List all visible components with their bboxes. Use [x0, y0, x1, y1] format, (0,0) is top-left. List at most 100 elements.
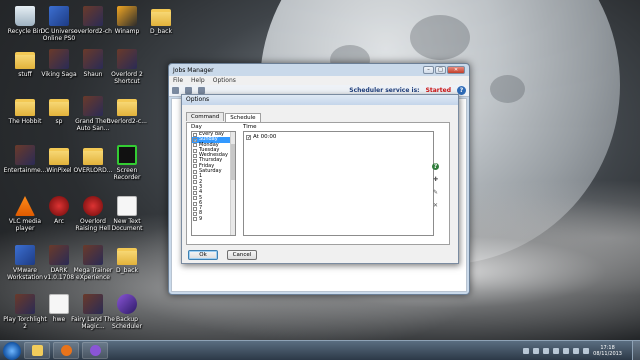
red-icon — [83, 196, 103, 216]
schedule-panel: Day Time Every day ✓ Sunday Monday Tuesday We… — [186, 122, 450, 245]
desktop-icon-label: Screen Recorder — [113, 167, 141, 181]
desktop-icon-label: overlord2-c... — [107, 118, 147, 125]
delete-job-icon[interactable] — [185, 87, 192, 94]
game-icon — [83, 49, 103, 69]
app-icon — [49, 6, 69, 26]
day-checkbox[interactable] — [193, 159, 197, 164]
delete-icon[interactable]: ✕ — [432, 202, 439, 209]
winamp-icon — [117, 6, 137, 26]
desktop-icon[interactable]: New Text Document — [104, 196, 150, 232]
window-title: Jobs Manager — [173, 66, 214, 74]
day-checkbox[interactable] — [193, 206, 197, 211]
day-list[interactable]: Every day ✓ Sunday Monday Tuesday Wednesday Th… — [191, 131, 236, 236]
tray-icon[interactable] — [523, 347, 530, 354]
day-checkbox[interactable] — [193, 196, 197, 201]
taskbar: 17:18 08/11/2013 — [0, 340, 640, 360]
desktop-icon-label: Overlord 2 Shortcut — [111, 71, 143, 85]
add-job-icon[interactable] — [172, 87, 179, 94]
scheduler-status-label: Scheduler service is: — [349, 87, 420, 94]
desktop-icon-label: D_back — [116, 267, 138, 274]
day-checkbox[interactable] — [193, 190, 197, 195]
tray-icon[interactable] — [563, 347, 570, 354]
day-checkbox[interactable] — [193, 212, 197, 217]
game-icon — [49, 49, 69, 69]
folder-icon — [151, 9, 171, 26]
clock[interactable]: 17:18 08/11/2013 — [593, 345, 622, 357]
clock-date: 08/11/2013 — [593, 350, 622, 357]
taskbar-explorer[interactable] — [24, 342, 50, 359]
tray-icon[interactable] — [543, 347, 550, 354]
volume-icon[interactable] — [583, 347, 590, 354]
green-icon — [117, 145, 137, 165]
add-icon[interactable]: ✚ — [432, 176, 439, 183]
desktop-icon[interactable]: D_back — [104, 245, 150, 274]
folder-icon — [117, 248, 137, 265]
game-icon — [83, 6, 103, 26]
day-label: Day — [191, 124, 202, 130]
menu-help[interactable]: Help — [191, 77, 205, 84]
day-checkbox[interactable] — [193, 201, 197, 206]
menu-file[interactable]: File — [173, 77, 183, 84]
doc-icon — [117, 196, 137, 216]
close-button[interactable]: ✕ — [447, 66, 465, 74]
folder-icon — [49, 148, 69, 165]
dialog-title: Options — [182, 95, 458, 105]
tab-schedule[interactable]: Schedule — [225, 113, 261, 122]
desktop-icon[interactable]: D_back — [138, 6, 184, 35]
game-icon — [83, 245, 103, 265]
cancel-button[interactable]: Cancel — [227, 250, 257, 260]
day-checkbox[interactable] — [193, 143, 197, 148]
tray-icon[interactable] — [553, 347, 560, 354]
time-checkbox[interactable]: ✓ — [246, 134, 251, 140]
game-icon — [117, 49, 137, 69]
desktop-icon[interactable]: overlord2-c... — [104, 96, 150, 125]
network-icon[interactable] — [573, 347, 580, 354]
day-label: Saturday — [199, 168, 222, 175]
list-item[interactable]: ✓ At 00:00 — [244, 132, 433, 142]
tab-command[interactable]: Command — [186, 112, 225, 121]
show-desktop-button[interactable] — [632, 341, 640, 360]
minimize-button[interactable]: – — [423, 66, 434, 74]
day-checkbox[interactable] — [193, 153, 197, 158]
maximize-button[interactable]: □ — [435, 66, 446, 74]
list-item[interactable]: 9 — [192, 216, 235, 222]
system-tray: 17:18 08/11/2013 — [523, 345, 640, 357]
edit-job-icon[interactable] — [198, 87, 205, 94]
day-checkbox[interactable] — [193, 185, 197, 190]
day-checkbox[interactable] — [193, 148, 197, 153]
folder-icon — [15, 99, 35, 116]
game-icon — [83, 96, 103, 116]
desktop-icon-label: Backup Scheduler — [111, 316, 143, 330]
purple-icon — [117, 294, 137, 314]
taskbar-firefox[interactable] — [53, 342, 79, 359]
start-button[interactable] — [3, 341, 21, 360]
time-label: At 00:00 — [253, 134, 277, 140]
folder-icon — [83, 148, 103, 165]
edit-icon[interactable]: ✎ — [432, 189, 439, 196]
jobs-manager-titlebar[interactable]: Jobs Manager – □ ✕ — [169, 64, 469, 76]
day-checkbox[interactable] — [193, 132, 197, 137]
options-dialog: Options Command Schedule Day Time Every … — [181, 94, 459, 264]
day-checkbox[interactable] — [193, 169, 197, 174]
ok-button[interactable]: Ok — [188, 250, 218, 260]
game-icon — [49, 245, 69, 265]
help-icon[interactable]: ? — [432, 163, 439, 170]
game-icon — [15, 145, 35, 165]
day-checkbox[interactable] — [193, 180, 197, 185]
day-checkbox[interactable] — [193, 164, 197, 169]
app-icon — [15, 245, 35, 265]
menubar: File Help Options — [169, 76, 469, 85]
menu-options[interactable]: Options — [213, 77, 236, 84]
day-checkbox[interactable] — [193, 217, 197, 222]
vlc-icon — [15, 196, 35, 216]
desktop-icon[interactable]: Overlord 2 Shortcut — [104, 49, 150, 85]
day-checkbox[interactable] — [193, 175, 197, 180]
tray-icon[interactable] — [533, 347, 540, 354]
scheduler-status-value: Started — [425, 87, 451, 94]
day-list-scrollbar[interactable] — [230, 132, 235, 235]
time-list[interactable]: ✓ At 00:00 — [243, 131, 434, 236]
desktop-icon[interactable]: Backup Scheduler — [104, 294, 150, 330]
taskbar-backup-scheduler[interactable] — [82, 342, 108, 359]
day-checkbox[interactable]: ✓ — [193, 137, 197, 142]
desktop-icon[interactable]: Screen Recorder — [104, 145, 150, 181]
